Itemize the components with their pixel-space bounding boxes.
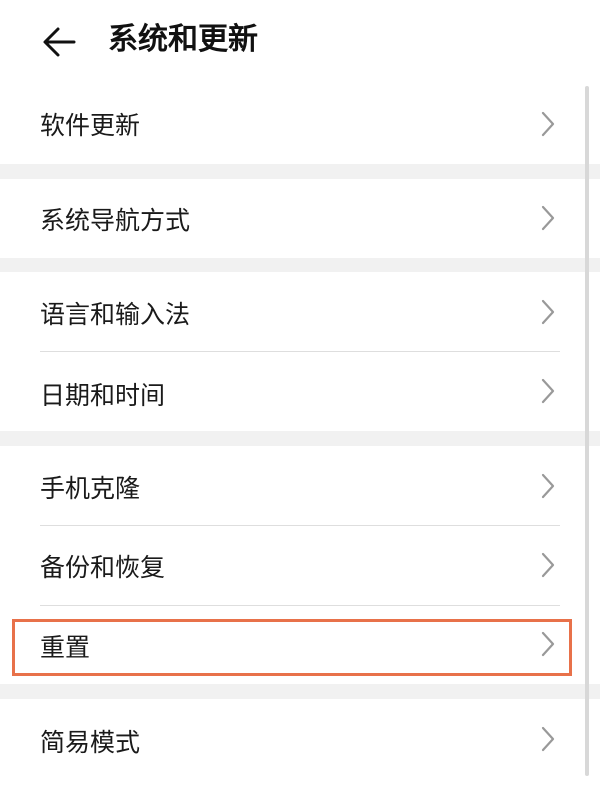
backup-restore-label: 备份和恢复: [40, 553, 166, 582]
software-update-label: 软件更新: [40, 111, 141, 140]
chevron-right-icon: [540, 726, 556, 752]
reset-item[interactable]: 重置: [0, 605, 600, 684]
chevron-right-icon: [540, 299, 556, 325]
date-time-label: 日期和时间: [40, 381, 166, 410]
system-navigation-label: 系统导航方式: [40, 206, 191, 235]
simple-mode-label: 简易模式: [40, 728, 141, 757]
title-bar: 系统和更新: [0, 0, 600, 84]
reset-label: 重置: [40, 633, 91, 662]
arrow-left-icon[interactable]: [40, 22, 80, 62]
backup-restore-item[interactable]: 备份和恢复: [0, 525, 600, 605]
chevron-right-icon: [540, 631, 556, 657]
phone-clone-item[interactable]: 手机克隆: [0, 446, 600, 525]
settings-group-navigation: 系统导航方式: [0, 179, 600, 258]
settings-group-simple-mode: 简易模式: [0, 699, 600, 787]
chevron-right-icon: [540, 473, 556, 499]
chevron-right-icon: [540, 111, 556, 137]
date-time-item[interactable]: 日期和时间: [0, 352, 600, 431]
chevron-right-icon: [540, 378, 556, 404]
settings-group-software: 软件更新: [0, 84, 600, 164]
system-navigation-item[interactable]: 系统导航方式: [0, 179, 600, 258]
page-title: 系统和更新: [108, 22, 258, 57]
chevron-right-icon: [540, 552, 556, 578]
software-update-item[interactable]: 软件更新: [0, 84, 600, 164]
chevron-right-icon: [540, 205, 556, 231]
scrollbar[interactable]: [585, 86, 589, 776]
language-input-item[interactable]: 语言和输入法: [0, 272, 600, 352]
phone-clone-label: 手机克隆: [40, 474, 141, 503]
simple-mode-item[interactable]: 简易模式: [0, 699, 600, 779]
settings-group-backup-reset: 手机克隆 备份和恢复 重置: [0, 446, 600, 684]
language-input-label: 语言和输入法: [40, 300, 191, 329]
settings-group-language-time: 语言和输入法 日期和时间: [0, 272, 600, 431]
